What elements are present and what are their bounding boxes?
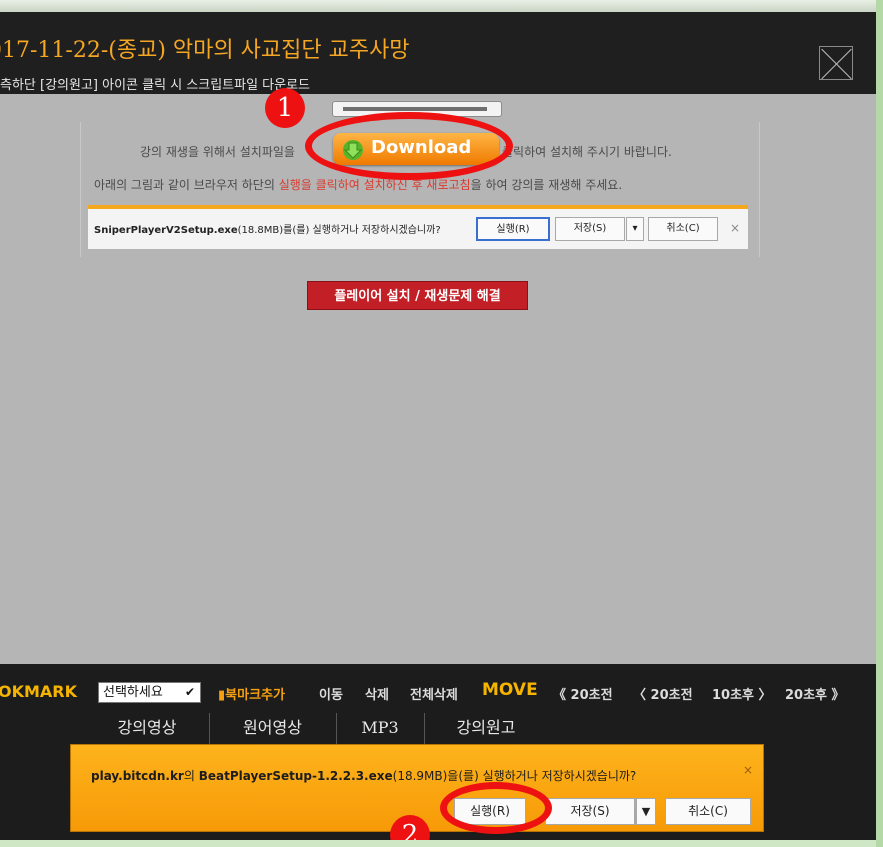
player-fix-button[interactable]: 플레이어 설치 / 재생문제 해결: [307, 281, 528, 310]
sample-run-button: 실행(R): [476, 217, 550, 241]
close-icon[interactable]: [819, 46, 853, 80]
lecture-subtitle: 측하단 [강의원고] 아이콘 클릭 시 스크립트파일 다운로드: [0, 78, 311, 93]
move-title: MOVE: [482, 680, 538, 700]
download-site-suffix: 의: [183, 769, 199, 783]
step-badge-1: 1: [265, 88, 305, 128]
instruction-text: 아래의 그림과 같이 브라우저 하단의: [94, 178, 279, 192]
jump-back-20-alt-button[interactable]: 〈 20초전: [633, 684, 693, 703]
bookmark-select[interactable]: 선택하세요 ✔: [98, 682, 201, 703]
sample-save-dropdown-icon: ▾: [626, 217, 644, 241]
sample-download-message: SniperPlayerV2Setup.exe(18.8MB)를(를) 실행하거…: [94, 221, 441, 236]
install-instruction-line2: 아래의 그림과 같이 브라우저 하단의 실행을 클릭하여 설치하신 후 새로고침…: [94, 176, 622, 193]
sample-download-bar: SniperPlayerV2Setup.exe(18.8MB)를(를) 실행하거…: [88, 205, 748, 249]
header-bar: 017-11-22-(종교) 악마의 사교집단 교주사망 측하단 [강의원고] …: [0, 12, 883, 94]
sample-message-text: (18.8MB)를(를) 실행하거나 저장하시겠습니까?: [237, 225, 441, 236]
download-filename: BeatPlayerSetup-1.2.2.3.exe: [198, 769, 393, 783]
instruction-text-left: 강의 재생을 위해서 설치파일을: [140, 145, 295, 159]
delete-all-button[interactable]: 전체삭제: [410, 684, 458, 703]
download-message: play.bitcdn.kr의 BeatPlayerSetup-1.2.2.3.…: [91, 767, 636, 784]
delete-button[interactable]: 삭제: [365, 684, 389, 703]
jump-forward-10-button[interactable]: 10초후 〉: [712, 684, 772, 703]
highlight-ring-download: [305, 112, 513, 180]
sample-filename: SniperPlayerV2Setup.exe: [94, 225, 238, 236]
chevron-down-icon: ✔: [184, 685, 195, 699]
sample-close-icon: ×: [730, 221, 741, 235]
instruction-highlight: 실행을 클릭하여 설치하신 후 새로고침: [278, 178, 471, 192]
tab-lecture-script[interactable]: 강의원고: [424, 713, 548, 745]
highlight-ring-run: [440, 782, 552, 834]
cancel-button[interactable]: 취소(C): [665, 798, 751, 825]
tab-mp3[interactable]: MP3: [336, 713, 425, 745]
download-message-text: (18.9MB)을(를) 실행하거나 저장하시겠습니까?: [392, 769, 637, 783]
bookmark-label: OKMARK: [0, 682, 78, 701]
tab-lecture-video[interactable]: 강의영상: [85, 713, 210, 745]
bookmark-add-label: 북마크추가: [225, 688, 285, 703]
tab-original-video[interactable]: 원어영상: [209, 713, 337, 745]
download-site: play.bitcdn.kr: [91, 769, 184, 783]
jump-back-20-button[interactable]: 《 20초전: [553, 684, 613, 703]
download-bar-close-icon[interactable]: ×: [743, 763, 753, 777]
window-top-edge: [0, 0, 883, 12]
progress-fill: [343, 107, 487, 111]
bookmark-select-value: 선택하세요: [103, 685, 163, 700]
move-button[interactable]: 이동: [319, 684, 343, 703]
window-right-edge: [876, 0, 883, 847]
sample-cancel-button: 취소(C): [648, 217, 718, 241]
save-dropdown-icon[interactable]: ▼: [636, 798, 656, 825]
bookmark-add-button[interactable]: ▮북마크추가: [218, 684, 285, 703]
lecture-player-window: 017-11-22-(종교) 악마의 사교집단 교주사망 측하단 [강의원고] …: [0, 0, 883, 847]
sample-save-button: 저장(S): [555, 217, 625, 241]
instruction-text: 을 하여 강의를 재생해 주세요.: [470, 178, 623, 192]
jump-forward-20-button[interactable]: 20초후 》: [785, 684, 845, 703]
save-button[interactable]: 저장(S): [545, 798, 635, 825]
lecture-title: 017-11-22-(종교) 악마의 사교집단 교주사망: [0, 38, 410, 63]
window-bottom-edge: [0, 840, 883, 847]
instruction-text-right: 클릭하여 설치해 주시기 바랍니다.: [502, 145, 672, 159]
